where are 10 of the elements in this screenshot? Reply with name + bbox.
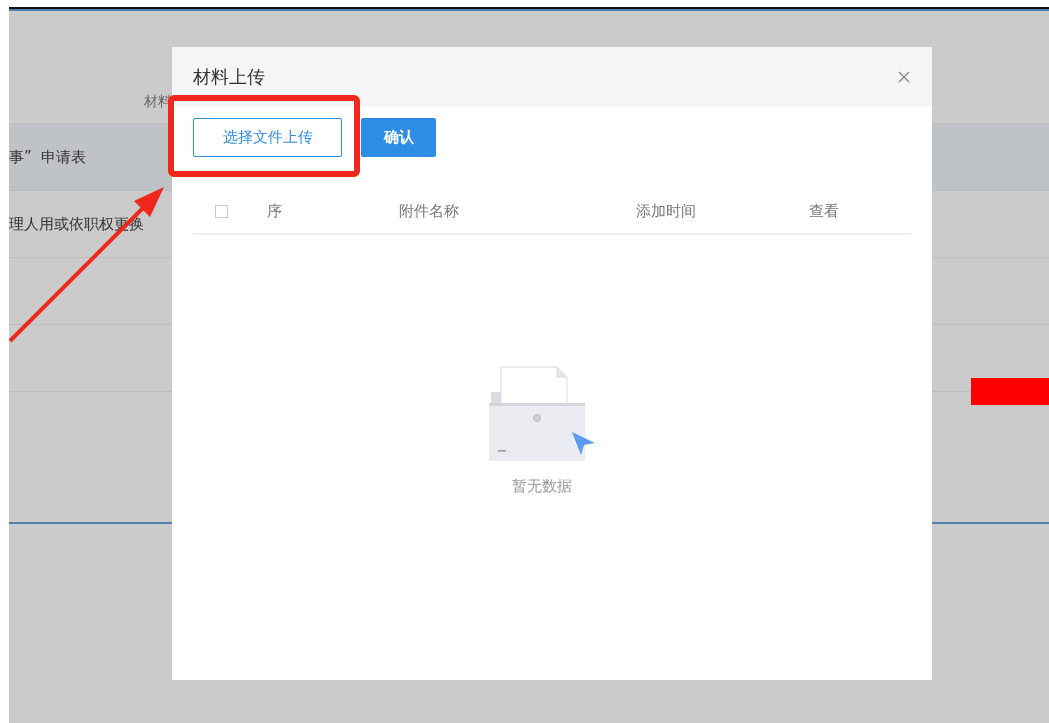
column-header: 查看 [809, 202, 839, 221]
checkbox[interactable] [215, 205, 228, 218]
close-icon[interactable] [898, 70, 910, 83]
dialog-title: 材料上传 [193, 64, 265, 89]
column-header: 序 [267, 202, 282, 221]
upload-button[interactable]: 选择文件上传 [193, 118, 342, 157]
column-header: 添加时间 [636, 202, 696, 221]
confirm-button[interactable]: 确认 [361, 118, 436, 157]
empty-message: 暂无数据 [512, 477, 572, 496]
column-header: 附件名称 [399, 202, 459, 221]
